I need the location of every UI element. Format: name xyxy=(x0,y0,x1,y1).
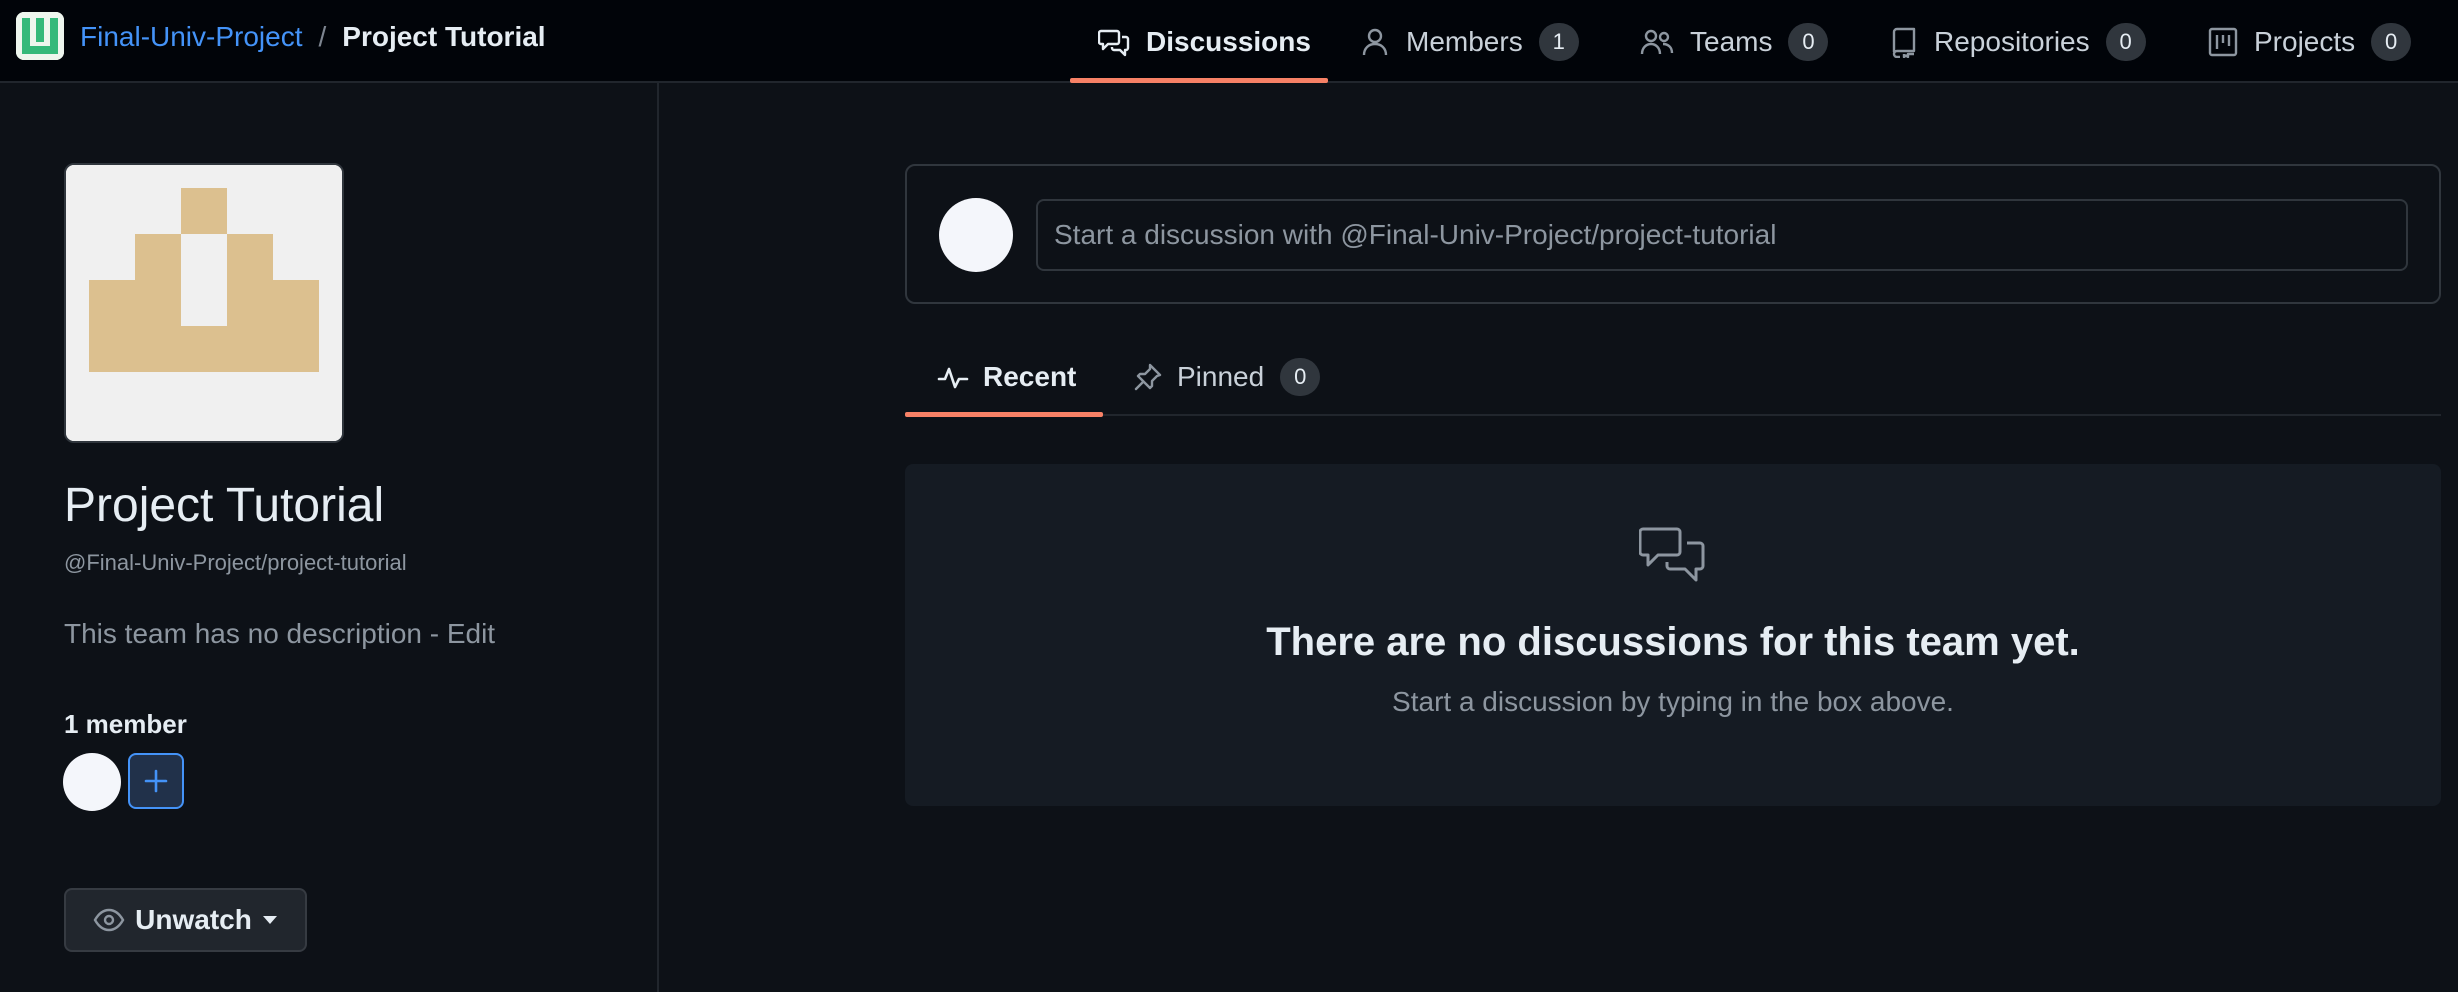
empty-state-subtitle: Start a discussion by typing in the box … xyxy=(1392,686,1954,717)
discussion-input[interactable]: Start a discussion with @Final-Univ-Proj… xyxy=(1036,199,2408,271)
unwatch-label: Unwatch xyxy=(135,904,252,935)
composer-avatar xyxy=(939,198,1013,272)
tab-repositories-label: Repositories xyxy=(1934,25,2090,57)
tab-projects[interactable]: Projects 0 xyxy=(2208,0,2412,83)
breadcrumb-team-link[interactable]: Project Tutorial xyxy=(342,21,545,53)
project-icon xyxy=(2208,27,2238,57)
people-icon xyxy=(1640,27,1674,57)
projects-count-badge: 0 xyxy=(2371,22,2412,61)
empty-state: There are no discussions for this team y… xyxy=(905,464,2441,806)
teams-count-badge: 0 xyxy=(1788,22,1829,61)
comment-discussion-icon xyxy=(1639,527,1705,582)
org-logo[interactable] xyxy=(16,12,64,60)
discussion-subnav: Recent Pinned 0 xyxy=(905,338,2441,417)
team-header: Final-Univ-Project / Project Tutorial Di… xyxy=(0,0,2458,83)
tab-members[interactable]: Members 1 xyxy=(1360,0,1579,83)
team-avatar xyxy=(64,163,344,443)
tab-pinned[interactable]: Pinned 0 xyxy=(1133,338,1321,416)
tab-recent[interactable]: Recent xyxy=(937,338,1076,416)
plus-icon xyxy=(144,769,168,793)
tab-recent-label: Recent xyxy=(983,361,1077,392)
pin-icon xyxy=(1134,363,1162,391)
tab-discussions-label: Discussions xyxy=(1146,25,1311,57)
team-description: This team has no description - Edit xyxy=(64,618,496,649)
member-avatar[interactable] xyxy=(63,753,121,811)
add-member-button[interactable] xyxy=(128,753,184,809)
breadcrumb-org-link[interactable]: Final-Univ-Project xyxy=(80,21,303,53)
empty-state-title: There are no discussions for this team y… xyxy=(1266,620,2080,664)
team-name: Project Tutorial xyxy=(64,479,385,532)
breadcrumb-separator: / xyxy=(318,21,327,52)
repo-icon xyxy=(1890,26,1918,58)
team-handle: @Final-Univ-Project/project-tutorial xyxy=(64,550,407,575)
pulse-icon xyxy=(937,367,969,389)
unwatch-button[interactable]: Unwatch xyxy=(64,888,307,952)
tab-active-underline xyxy=(1070,78,1328,83)
tab-pinned-label: Pinned xyxy=(1177,361,1265,392)
comment-discussion-icon xyxy=(1098,26,1130,58)
tab-teams-label: Teams xyxy=(1690,25,1773,57)
pinned-count-badge: 0 xyxy=(1280,358,1321,396)
tab-members-label: Members xyxy=(1406,25,1523,57)
tab-repositories[interactable]: Repositories 0 xyxy=(1890,0,2146,83)
tab-teams[interactable]: Teams 0 xyxy=(1640,0,1829,83)
triangle-down-icon xyxy=(262,916,277,924)
tab-projects-label: Projects xyxy=(2254,25,2356,57)
repositories-count-badge: 0 xyxy=(2105,22,2146,61)
person-icon xyxy=(1360,27,1390,57)
members-count-badge: 1 xyxy=(1538,22,1579,61)
org-identicon-icon xyxy=(16,12,64,60)
discussion-composer: Start a discussion with @Final-Univ-Proj… xyxy=(905,164,2441,304)
eye-icon xyxy=(93,908,125,932)
team-identicon-icon xyxy=(66,165,342,441)
tab-discussions[interactable]: Discussions xyxy=(1098,0,1311,83)
subtab-active-underline xyxy=(905,412,1103,417)
team-sidebar: Project Tutorial @Final-Univ-Project/pro… xyxy=(0,83,659,992)
breadcrumb: Final-Univ-Project / Project Tutorial xyxy=(80,20,546,54)
member-count-heading[interactable]: 1 member xyxy=(64,709,187,740)
